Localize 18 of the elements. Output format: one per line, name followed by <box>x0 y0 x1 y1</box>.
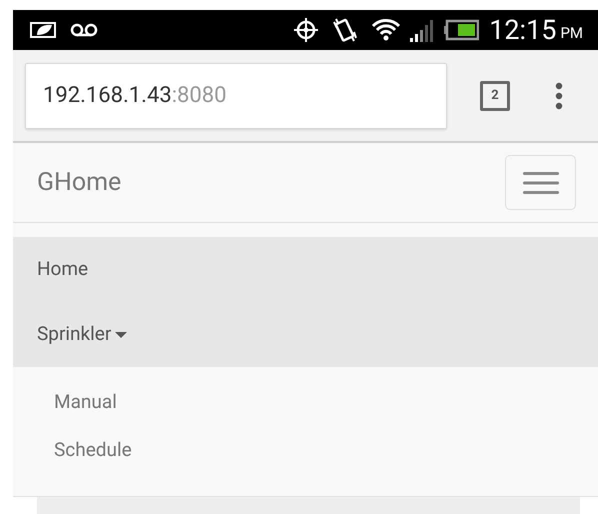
tab-count-button[interactable]: 2 <box>480 80 510 110</box>
battery-saver-icon <box>28 21 58 39</box>
menu-toggle-button[interactable] <box>505 155 576 210</box>
overflow-menu-icon[interactable] <box>555 82 563 110</box>
nav-link[interactable]: Home <box>37 255 88 284</box>
battery-icon <box>443 19 480 41</box>
address-bar[interactable]: 192.168.1.43:8080 <box>25 62 447 128</box>
dropdown-item[interactable]: Manual <box>54 388 117 416</box>
voicemail-icon <box>70 23 98 37</box>
brand-title[interactable]: GHome <box>37 164 505 202</box>
nav-link[interactable]: Sprinkler <box>37 320 128 349</box>
menu-icon <box>522 170 558 194</box>
dropdown-item[interactable]: Schedule <box>54 436 132 464</box>
vibrate-icon <box>331 16 360 44</box>
clock-meridiem: PM <box>560 26 583 40</box>
clock-time: 12:15 <box>489 16 556 44</box>
wifi-icon <box>371 18 402 42</box>
gps-icon <box>293 17 320 43</box>
